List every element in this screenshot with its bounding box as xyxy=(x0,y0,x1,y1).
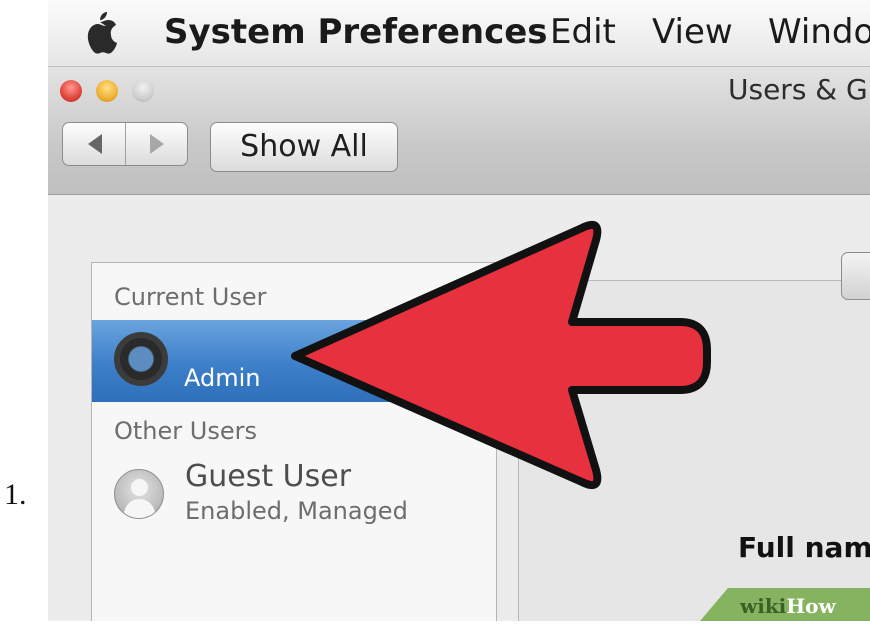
annotation-arrow-icon xyxy=(291,221,711,489)
watermark-wiki: wiki xyxy=(740,594,787,618)
wikihow-watermark: wikiHow xyxy=(700,588,870,621)
watermark-how: How xyxy=(786,594,836,618)
